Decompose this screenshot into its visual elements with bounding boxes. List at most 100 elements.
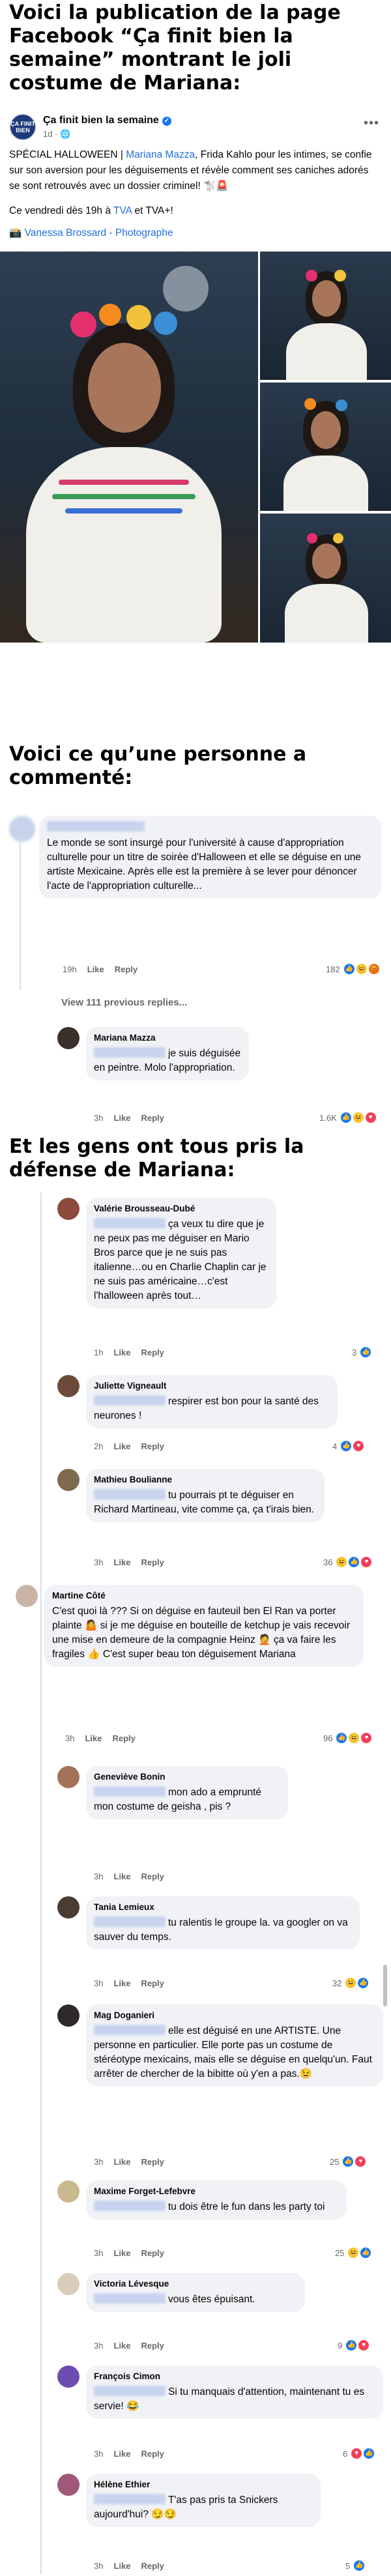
avatar[interactable]	[57, 1469, 80, 1491]
scrollbar[interactable]	[383, 1965, 387, 2006]
like-button[interactable]: Like	[85, 1733, 102, 1743]
reply-button[interactable]: Reply	[141, 1348, 164, 1357]
reply-button[interactable]: Reply	[141, 1441, 164, 1451]
like-button[interactable]: Like	[113, 1978, 130, 1988]
like-reaction-icon: 👍	[363, 2448, 375, 2459]
side-photo-1[interactable]	[260, 252, 391, 380]
avatar[interactable]	[57, 1896, 80, 1918]
post-text: SPÉCIAL HALLOWEEN | Mariana Mazza, Frida…	[9, 149, 372, 216]
view-previous-replies-link[interactable]: View 111 previous replies...	[61, 997, 187, 1008]
haha-reaction-icon: 😆	[355, 963, 368, 975]
reply-button[interactable]: Reply	[141, 2341, 164, 2351]
avatar[interactable]	[57, 1198, 80, 1220]
embroidered-blouse	[26, 447, 222, 643]
reaction-summary: 6 ♥ 👍	[343, 2448, 375, 2459]
avatar[interactable]	[57, 2273, 80, 2295]
post-meta: 1d · 🌐	[43, 129, 71, 139]
comment-bubble: Maxime Forget-Lefebvre tu dois être le f…	[86, 2180, 347, 2220]
like-reaction-icon: 👍	[348, 1556, 360, 1568]
reply-button[interactable]: Reply	[141, 2248, 164, 2258]
mariana-mazza-link[interactable]: Mariana Mazza	[126, 149, 195, 160]
haha-reaction-icon: 😆	[345, 1977, 357, 1989]
side-photo-2[interactable]	[260, 383, 391, 511]
reaction-summary: 32 😆 👍	[332, 1977, 369, 1989]
reply-actions: 3h Like Reply	[94, 2341, 164, 2351]
comment-bubble: Valérie Brousseau-Dubé ça veux tu dire q…	[86, 1198, 276, 1309]
like-button[interactable]: Like	[113, 1348, 130, 1357]
like-button[interactable]: Like	[113, 2341, 130, 2351]
reply-button[interactable]: Reply	[112, 1733, 135, 1743]
reaction-summary: 96 👍 😆 ♥	[323, 1732, 373, 1744]
reply-actions: 3h Like Reply	[94, 2157, 164, 2167]
portrait-face	[88, 343, 161, 433]
first-comment-actions: 19h Like Reply	[63, 964, 138, 974]
like-reaction-icon: 👍	[360, 1346, 372, 1358]
reply-button[interactable]: Reply	[115, 964, 138, 974]
like-reaction-icon: 👍	[353, 2560, 366, 2571]
like-button[interactable]: Like	[113, 2561, 130, 2571]
like-button[interactable]: Like	[113, 2449, 130, 2459]
like-button[interactable]: Like	[113, 1441, 130, 1451]
page-avatar[interactable]: ÇA FINIT BIEN	[9, 113, 36, 141]
like-button[interactable]: Like	[113, 1872, 130, 1881]
reply-actions: 3h Like Reply	[94, 1978, 164, 1988]
reaction-summary: 36 😆 👍 ♥	[323, 1556, 373, 1568]
reply-actions: 3h Like Reply	[94, 1113, 164, 1123]
like-button[interactable]: Like	[113, 1557, 130, 1567]
reply-button[interactable]: Reply	[141, 2449, 164, 2459]
reply-button[interactable]: Reply	[141, 1113, 164, 1123]
reply-button[interactable]: Reply	[141, 1557, 164, 1567]
page-name[interactable]: Ça finit bien la semaine ✓	[43, 115, 171, 126]
like-button[interactable]: Like	[87, 964, 104, 974]
avatar[interactable]	[9, 816, 35, 842]
reply-actions: 3h Like Reply	[94, 2449, 164, 2459]
love-reaction-icon: ♥	[351, 2448, 363, 2459]
reaction-summary: 25 😆 👍	[335, 2247, 372, 2259]
side-photo-3[interactable]	[260, 514, 391, 643]
comment-bubble: Tania Lemieux tu ralentis le groupe la. …	[86, 1896, 360, 1950]
more-options-icon[interactable]: •••	[364, 116, 379, 131]
post-header: ÇA FINIT BIEN Ça finit bien la semaine ✓ …	[9, 113, 382, 142]
avatar[interactable]	[57, 2004, 80, 2027]
avatar[interactable]	[57, 2366, 80, 2388]
like-reaction-icon: 👍	[340, 1440, 353, 1452]
intro-heading: Voici la publication de la page Facebook…	[9, 1, 341, 94]
avatar[interactable]	[57, 1027, 80, 1049]
comment-bubble: Geneviève Bonin mon ado a emprunté mon c…	[86, 1766, 288, 1819]
tva-link[interactable]: TVA	[113, 205, 132, 216]
like-button[interactable]: Like	[113, 1113, 130, 1123]
comment-bubble: Juliette Vigneault respirer est bon pour…	[86, 1375, 338, 1428]
blurred-name	[47, 821, 145, 832]
avatar[interactable]	[57, 2474, 80, 2496]
comment-bubble: Victoria Lévesque vous êtes épuisant.	[86, 2273, 305, 2312]
globe-icon: 🌐	[60, 129, 71, 139]
reply-actions: 2h Like Reply	[94, 1441, 164, 1451]
reply-button[interactable]: Reply	[141, 2157, 164, 2167]
avatar[interactable]	[57, 1766, 80, 1788]
reply-button[interactable]: Reply	[141, 1872, 164, 1881]
haha-reaction-icon: 😆	[336, 1556, 348, 1568]
comment-bubble: Martine Côté C'est quoi là ??? Si on dég…	[44, 1585, 364, 1667]
like-reaction-icon: 👍	[340, 1112, 352, 1123]
love-reaction-icon: ♥	[364, 1112, 377, 1123]
comment-bubble: Mariana Mazza je suis déguisée en peintr…	[86, 1027, 249, 1080]
avatar[interactable]	[57, 2180, 80, 2203]
like-button[interactable]: Like	[113, 2248, 130, 2258]
comment-bubble: Le monde se sont insurgé pour l'universi…	[39, 816, 382, 899]
main-photo[interactable]	[0, 252, 258, 643]
angry-reaction-icon: 😡	[368, 963, 380, 975]
photo-credit-link[interactable]: 📸 Vanessa Brossard - Photographe	[9, 227, 173, 239]
like-button[interactable]: Like	[113, 2157, 130, 2167]
like-reaction-icon: 👍	[360, 2247, 372, 2259]
haha-reaction-icon: 😆	[348, 1732, 360, 1744]
haha-reaction-icon: 😆	[352, 1112, 364, 1123]
love-reaction-icon: ♥	[360, 1556, 373, 1568]
reaction-summary: 5 👍	[345, 2560, 366, 2571]
reply-button[interactable]: Reply	[141, 2561, 164, 2571]
avatar[interactable]	[57, 1375, 80, 1397]
like-reaction-icon: 👍	[336, 1732, 348, 1744]
avatar[interactable]	[16, 1585, 38, 1607]
reply-button[interactable]: Reply	[141, 1978, 164, 1988]
reply-actions: 3h Like Reply	[94, 1557, 164, 1567]
defense-heading: Et les gens ont tous pris la défense de …	[9, 1135, 304, 1181]
